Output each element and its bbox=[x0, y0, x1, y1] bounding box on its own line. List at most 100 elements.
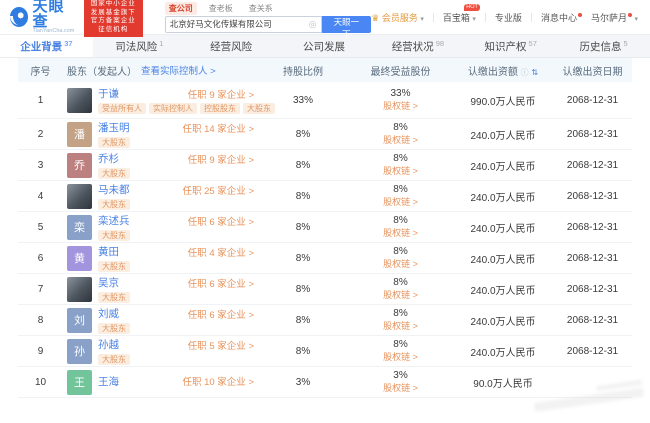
beneficiary-share: 8% bbox=[352, 339, 449, 351]
positions-count-link[interactable]: 任职 10 家企业 > bbox=[182, 374, 254, 388]
shareholder-avatar[interactable]: 乔 bbox=[67, 153, 92, 178]
shareholder-tags: 大股东 bbox=[98, 137, 254, 148]
equity-chain-link[interactable]: 股权链 > bbox=[352, 165, 449, 177]
shareholder-name-link[interactable]: 乔杉 bbox=[98, 151, 119, 166]
tab-5[interactable]: 知识产权57 bbox=[464, 35, 557, 57]
holding-ratio: 8% bbox=[258, 315, 348, 326]
equity-chain-link[interactable]: 股权链 > bbox=[352, 227, 449, 239]
shareholder-avatar[interactable]: 孙 bbox=[67, 339, 92, 364]
tab-3[interactable]: 公司发展 bbox=[279, 35, 372, 57]
menu-toolbox[interactable]: HOT 百宝箱 ▾ bbox=[443, 11, 476, 24]
equity-chain-link[interactable]: 股权链 > bbox=[352, 258, 449, 270]
equity-chain-link[interactable]: 股权链 > bbox=[352, 100, 449, 112]
shareholder-tag: 大股东 bbox=[98, 354, 130, 365]
shareholder-photo[interactable] bbox=[67, 88, 92, 113]
tab-1[interactable]: 司法风险1 bbox=[93, 35, 186, 57]
menu-vip-services[interactable]: ♛ 会员服务 ▾ bbox=[371, 11, 424, 24]
shareholder-tags: 大股东 bbox=[98, 168, 254, 179]
equity-chain-link[interactable]: 股权链 > bbox=[352, 196, 449, 208]
shareholder-tag: 大股东 bbox=[98, 292, 130, 303]
shareholder-avatar[interactable]: 黄 bbox=[67, 246, 92, 271]
table-row: 6 黄 黄田 任职 4 家企业 > 大股东 8% 8% 股权链 > 240.0万… bbox=[18, 243, 632, 274]
col-header-date: 认缴出资日期 bbox=[553, 63, 632, 78]
positions-count-link[interactable]: 任职 4 家企业 > bbox=[188, 245, 254, 259]
equity-chain-link[interactable]: 股权链 > bbox=[352, 134, 449, 146]
chevron-down-icon: ▾ bbox=[472, 16, 476, 23]
tab-4[interactable]: 经营状况98 bbox=[371, 35, 464, 57]
equity-chain-link[interactable]: 股权链 > bbox=[352, 351, 449, 363]
positions-count-link[interactable]: 任职 25 家企业 > bbox=[182, 183, 254, 197]
sort-icon[interactable]: ⇅ bbox=[531, 68, 538, 77]
camera-search-icon[interactable]: ◎ bbox=[309, 19, 317, 30]
menu-user-account[interactable]: 马尔萨月 ▾ bbox=[591, 11, 638, 24]
shareholder-table: 序号 股东（发起人） 查看实际控制人 > 持股比例 最终受益股份 认缴出资额 ⓘ… bbox=[18, 58, 632, 398]
shareholder-photo[interactable] bbox=[67, 277, 92, 302]
shareholder-photo[interactable] bbox=[67, 184, 92, 209]
holding-ratio: 8% bbox=[258, 346, 348, 357]
search-button[interactable]: 天眼一下 bbox=[322, 16, 372, 33]
shareholder-tag: 大股东 bbox=[98, 261, 130, 272]
tianyancha-logo[interactable]: 天眼查 TianYanCha.com bbox=[10, 0, 76, 35]
crown-icon: ♛ bbox=[371, 13, 379, 23]
table-row: 9 孙 孙越 任职 5 家企业 > 大股东 8% 8% 股权链 > 240.0万… bbox=[18, 336, 632, 367]
row-seq: 4 bbox=[18, 191, 63, 202]
search-tab-boss[interactable]: 查老板 bbox=[205, 2, 237, 15]
search-tab-company[interactable]: 查公司 bbox=[165, 2, 197, 15]
shareholder-name-link[interactable]: 刘威 bbox=[98, 306, 119, 321]
holding-ratio: 8% bbox=[258, 129, 348, 140]
row-seq: 1 bbox=[18, 95, 63, 106]
shareholder-tags: 大股东 bbox=[98, 292, 254, 303]
view-actual-controller-link[interactable]: 查看实际控制人 > bbox=[141, 63, 216, 77]
menu-message-center[interactable]: 消息中心 bbox=[541, 11, 582, 24]
shareholder-tag: 大股东 bbox=[98, 230, 130, 241]
subscribed-date: 2068-12-31 bbox=[553, 129, 632, 140]
tab-2[interactable]: 经营风险 bbox=[186, 35, 279, 57]
shareholder-name-link[interactable]: 于谦 bbox=[98, 86, 119, 101]
positions-count-link[interactable]: 任职 14 家企业 > bbox=[182, 121, 254, 135]
chevron-down-icon: ▾ bbox=[634, 16, 638, 23]
shareholder-name-link[interactable]: 马未都 bbox=[98, 182, 130, 197]
tab-0[interactable]: 企业背景37 bbox=[0, 35, 93, 57]
shareholder-avatar[interactable]: 王 bbox=[67, 370, 92, 395]
search-input[interactable]: 北京好马文化传媒有限公司 ◎ bbox=[165, 16, 322, 33]
holding-ratio: 8% bbox=[258, 253, 348, 264]
equity-chain-link[interactable]: 股权链 > bbox=[352, 289, 449, 301]
shareholder-avatar[interactable]: 栾 bbox=[67, 215, 92, 240]
tab-6[interactable]: 历史信息5 bbox=[557, 35, 650, 57]
positions-count-link[interactable]: 任职 5 家企业 > bbox=[188, 338, 254, 352]
shareholder-name-link[interactable]: 王海 bbox=[98, 374, 119, 389]
positions-count-link[interactable]: 任职 6 家企业 > bbox=[188, 214, 254, 228]
shareholder-name-link[interactable]: 吴京 bbox=[98, 275, 119, 290]
shareholder-tags: 大股东 bbox=[98, 354, 254, 365]
search-input-value: 北京好马文化传媒有限公司 bbox=[170, 18, 306, 30]
shareholder-name-link[interactable]: 栾述兵 bbox=[98, 213, 130, 228]
shareholder-avatar[interactable]: 刘 bbox=[67, 308, 92, 333]
positions-count-link[interactable]: 任职 6 家企业 > bbox=[188, 307, 254, 321]
info-icon[interactable]: ⓘ bbox=[521, 68, 529, 77]
shareholder-name-link[interactable]: 黄田 bbox=[98, 244, 119, 259]
row-seq: 5 bbox=[18, 222, 63, 233]
shareholder-section: 序号 股东（发起人） 查看实际控制人 > 持股比例 最终受益股份 认缴出资额 ⓘ… bbox=[0, 58, 650, 398]
menu-pro-version[interactable]: 专业版 bbox=[495, 11, 522, 24]
table-body: 1 于谦 任职 9 家企业 > 受益所有人实际控制人控股股东大股东 33% 33… bbox=[18, 82, 632, 398]
shareholder-tags: 大股东 bbox=[98, 199, 254, 210]
shareholder-name-link[interactable]: 孙越 bbox=[98, 337, 119, 352]
subscribed-amount: 240.0万人民币 bbox=[453, 158, 553, 173]
shareholder-avatar[interactable]: 潘 bbox=[67, 122, 92, 147]
shareholder-tag: 大股东 bbox=[98, 323, 130, 334]
beneficiary-share: 8% bbox=[352, 215, 449, 227]
subscribed-date: 2068-12-31 bbox=[553, 222, 632, 233]
equity-chain-link[interactable]: 股权链 > bbox=[352, 320, 449, 332]
holding-ratio: 33% bbox=[258, 95, 348, 106]
col-header-beneficiary: 最终受益股份 bbox=[348, 63, 453, 78]
row-seq: 9 bbox=[18, 346, 63, 357]
subscribed-date: 2068-12-31 bbox=[553, 191, 632, 202]
col-header-ratio: 持股比例 bbox=[258, 63, 348, 78]
search-tab-relation[interactable]: 查关系 bbox=[245, 2, 277, 15]
tianyancha-logo-icon bbox=[10, 7, 28, 27]
positions-count-link[interactable]: 任职 9 家企业 > bbox=[188, 152, 254, 166]
positions-count-link[interactable]: 任职 6 家企业 > bbox=[188, 276, 254, 290]
positions-count-link[interactable]: 任职 9 家企业 > bbox=[188, 87, 254, 101]
equity-chain-link[interactable]: 股权链 > bbox=[352, 382, 449, 394]
shareholder-name-link[interactable]: 潘玉明 bbox=[98, 120, 130, 135]
